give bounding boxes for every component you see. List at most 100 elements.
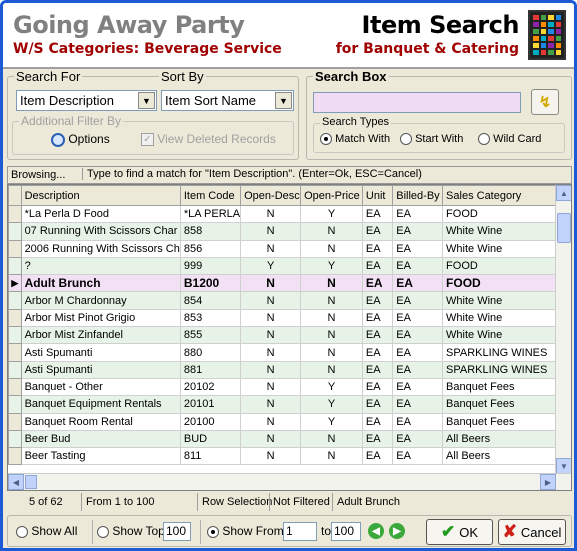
radio-icon: [478, 133, 490, 146]
sort-by-select[interactable]: Item Sort Name ▼: [161, 90, 294, 111]
cancel-button[interactable]: ✘ Cancel: [498, 519, 566, 545]
table-cell: Asti Spumanti: [20, 360, 181, 379]
table-cell: 811: [179, 447, 242, 466]
table-row[interactable]: Banquet Room Rental 20100 N Y EA EA Banquet Fe…: [8, 412, 571, 431]
table-row[interactable]: Arbor Mist Zinfandel 855 N N EA EA White Wine: [8, 326, 571, 345]
search-type-start-radio[interactable]: Start With: [400, 133, 463, 146]
results-grid[interactable]: Description Item Code Open-Desc Open-Price U…: [7, 184, 572, 491]
column-header[interactable]: Unit: [361, 185, 394, 206]
table-cell: Banquet - Other: [20, 377, 181, 397]
table-cell: Y: [300, 395, 363, 414]
table-row[interactable]: 07 Running With Scissors Char 858 N N EA EA Wh…: [8, 222, 571, 241]
search-box-legend: Search Box: [313, 69, 389, 84]
table-cell: N: [240, 326, 302, 345]
column-header[interactable]: Open-Desc: [240, 185, 302, 206]
horizontal-scrollbar[interactable]: ◀ ▶: [8, 473, 571, 490]
row-indicator: [8, 360, 22, 379]
scroll-down-icon[interactable]: ▼: [556, 458, 571, 474]
logo-tile: [555, 43, 561, 48]
column-header[interactable]: Billed-By: [392, 185, 444, 206]
search-for-select[interactable]: Item Description ▼: [16, 90, 157, 111]
show-all-radio[interactable]: Show All: [16, 524, 77, 538]
table-cell: N: [240, 343, 302, 362]
table-cell: 858: [179, 222, 242, 241]
table-row[interactable]: ▶ Adult Brunch B1200 N N EA EA FOOD: [8, 274, 571, 293]
column-header[interactable]: Open-Price: [300, 185, 363, 206]
table-cell: Y: [240, 256, 302, 276]
to-input[interactable]: 100: [331, 522, 361, 541]
selection-mode: Row Selection: [202, 496, 273, 508]
chevron-down-icon[interactable]: ▼: [138, 92, 155, 109]
column-header[interactable]: Sales Category: [442, 185, 571, 206]
ok-button[interactable]: ✔ OK: [426, 519, 493, 545]
table-row[interactable]: *La Perla D Food *LA PERLA N Y EA EA FOOD: [8, 204, 571, 224]
table-row[interactable]: Beer Tasting 811 N N EA EA All Beers: [8, 447, 571, 466]
row-indicator: [8, 291, 22, 310]
item-search-window: Going Away Party W/S Categories: Beverag…: [0, 0, 577, 551]
table-row[interactable]: Arbor Mist Pinot Grigio 853 N N EA EA White Wi…: [8, 308, 571, 328]
logo-tile: [533, 43, 539, 48]
table-cell: Arbor Mist Zinfandel: [20, 326, 181, 345]
logo-tile: [548, 50, 554, 55]
table-cell: N: [240, 360, 302, 379]
table-cell: SPARKLING WINES: [442, 360, 571, 379]
column-header[interactable]: Description: [20, 185, 181, 206]
table-row[interactable]: Beer Bud BUD N N EA EA All Beers: [8, 429, 571, 449]
table-cell: Beer Tasting: [20, 447, 181, 466]
search-input[interactable]: [313, 92, 521, 113]
show-top-input[interactable]: 100: [163, 522, 191, 541]
chevron-down-icon[interactable]: ▼: [275, 92, 292, 109]
table-cell: N: [240, 447, 302, 466]
magnifier-icon: [51, 132, 65, 147]
radio-icon: [97, 525, 109, 538]
view-deleted-label: View Deleted Records: [157, 132, 276, 146]
table-row[interactable]: Banquet Equipment Rentals 20101 N Y EA EA Banq…: [8, 395, 571, 414]
logo-tile: [533, 29, 539, 34]
status-divider: [81, 493, 82, 511]
row-indicator: [8, 239, 22, 258]
next-arrow-icon[interactable]: ▶: [389, 523, 405, 539]
logo-tile: [540, 36, 546, 41]
table-row[interactable]: Arbor M Chardonnay 854 N N EA EA White Wine: [8, 291, 571, 310]
table-cell: N: [300, 308, 363, 328]
table-cell: N: [300, 447, 363, 466]
search-types-legend: Search Types: [320, 116, 392, 128]
search-for-legend: Search For: [14, 69, 83, 84]
search-type-label: Wild Card: [493, 133, 542, 145]
search-type-match-radio[interactable]: Match With: [320, 133, 390, 146]
table-cell: EA: [361, 222, 394, 241]
table-cell: N: [300, 222, 363, 241]
scroll-left-icon[interactable]: ◀: [8, 474, 24, 490]
search-type-wildcard-radio[interactable]: Wild Card: [478, 133, 542, 146]
table-cell: ?: [20, 256, 181, 276]
table-cell: N: [240, 377, 302, 397]
browse-bar: Browsing... Type to find a match for "It…: [7, 166, 572, 184]
category-subtitle: W/S Categories: Beverage Service: [13, 41, 282, 57]
scroll-thumb[interactable]: [25, 475, 37, 489]
table-row[interactable]: ? 999 Y Y EA EA FOOD: [8, 256, 571, 276]
scroll-thumb[interactable]: [557, 213, 571, 243]
vertical-scrollbar[interactable]: ▲ ▼: [555, 185, 571, 474]
table-row[interactable]: 2006 Running With Scissors Ch 856 N N EA EA Wh…: [8, 239, 571, 258]
scroll-up-icon[interactable]: ▲: [556, 185, 571, 201]
row-indicator: [8, 222, 22, 241]
options-button[interactable]: Options: [51, 132, 110, 147]
row-indicator: [8, 343, 22, 362]
table-cell: EA: [361, 256, 394, 276]
table-row[interactable]: Asti Spumanti 880 N N EA EA SPARKLING WINES: [8, 343, 571, 362]
show-from-radio[interactable]: Show From: [200, 520, 284, 544]
previous-arrow-icon[interactable]: ◀: [368, 523, 384, 539]
view-deleted-checkbox[interactable]: ✓ View Deleted Records: [141, 132, 276, 147]
scroll-right-icon[interactable]: ▶: [540, 474, 556, 490]
search-go-button[interactable]: ↯: [531, 89, 559, 115]
column-header[interactable]: Item Code: [179, 185, 242, 206]
table-cell: Asti Spumanti: [20, 343, 181, 362]
table-cell: 20101: [179, 395, 242, 414]
table-cell: Y: [300, 204, 363, 224]
from-input[interactable]: 1: [283, 522, 317, 541]
table-cell: EA: [361, 360, 394, 379]
table-row[interactable]: Asti Spumanti 881 N N EA EA SPARKLING WINES: [8, 360, 571, 379]
table-cell: EA: [361, 274, 394, 293]
table-row[interactable]: Banquet - Other 20102 N Y EA EA Banquet Fees: [8, 377, 571, 397]
show-top-radio[interactable]: Show Top: [92, 520, 165, 544]
